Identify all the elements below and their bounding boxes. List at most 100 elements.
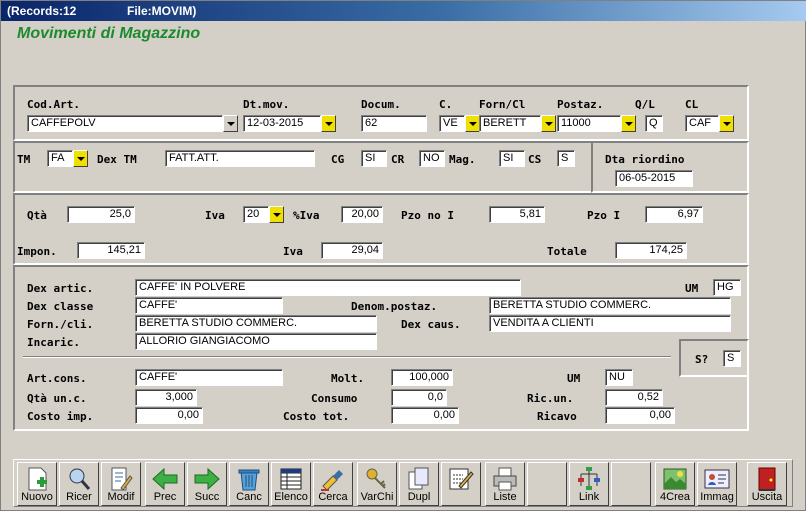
ql-field[interactable]: Q [645, 115, 663, 132]
toolbar-button-varchi[interactable]: VarChi [357, 462, 397, 506]
toolbar-button-succ[interactable]: Succ [187, 462, 227, 506]
consumo-field[interactable]: 0,0 [391, 389, 447, 406]
dex-tm-field[interactable]: FATT.ATT. [165, 150, 315, 167]
costo-imp-field[interactable]: 0,00 [135, 407, 203, 424]
dex-artic-field[interactable]: CAFFE' IN POLVERE [135, 279, 521, 296]
qta-unc-field[interactable]: 3,000 [135, 389, 197, 406]
iva-dropdown[interactable] [269, 206, 284, 223]
incaric-label: Incaric. [27, 336, 80, 349]
toolbar-button-label: VarChi [360, 491, 394, 503]
ricavo-label: Ricavo [537, 410, 577, 423]
forn-cl-label: Forn/Cl [479, 98, 526, 111]
toolbar-button-label: Elenco [274, 491, 308, 503]
impon-label: Impon. [17, 245, 57, 258]
forn-cl-field[interactable]: BERETT [479, 115, 541, 132]
toolbar-button-4crea[interactable]: 4Crea [655, 462, 695, 506]
cs-label: CS [528, 153, 542, 166]
pct-iva-field[interactable]: 20,00 [341, 206, 383, 223]
cl-field[interactable]: CAF [685, 115, 719, 132]
iva-amount-label: Iva [283, 245, 303, 258]
toolbar-button-label: Uscita [751, 491, 783, 503]
mag-label: Mag. [449, 153, 476, 166]
toolbar-button-dupl[interactable]: Dupl [399, 462, 439, 506]
c-field[interactable]: VE [439, 115, 465, 132]
pzo-i-field[interactable]: 6,97 [645, 206, 703, 223]
toolbar-button-nuovo[interactable]: Nuovo [17, 462, 57, 506]
um-cons-field[interactable]: NU [605, 369, 633, 386]
arrow-right-icon [193, 466, 221, 492]
s-question-field[interactable]: S [723, 350, 741, 367]
dt-mov-label: Dt.mov. [243, 98, 290, 111]
toolbar-button-prec[interactable]: Prec [145, 462, 185, 506]
dex-caus-field[interactable]: VENDITA A CLIENTI [489, 315, 731, 332]
ric-un-field[interactable]: 0,52 [605, 389, 663, 406]
cr-field[interactable]: NO [419, 150, 445, 167]
iva-amount-field[interactable]: 29,04 [321, 242, 383, 259]
ricavo-field[interactable]: 0,00 [605, 407, 675, 424]
postaz-field[interactable]: 11000 [557, 115, 621, 132]
pzo-no-i-field[interactable]: 5,81 [489, 206, 545, 223]
c-dropdown[interactable] [465, 115, 480, 132]
toolbar-button-label: Link [578, 491, 600, 503]
costo-tot-label: Costo tot. [283, 410, 350, 423]
toolbar-button-elenco[interactable]: Elenco [271, 462, 311, 506]
toolbar-button-modif[interactable]: Modif [101, 462, 141, 506]
toolbar-button-uscita[interactable]: Uscita [747, 462, 787, 506]
costo-imp-label: Costo imp. [27, 410, 94, 423]
toolbar-button-label: 4Crea [660, 491, 690, 503]
tm-field[interactable]: FA [47, 150, 73, 167]
duplicate-icon [405, 466, 433, 492]
toolbar-button-cerca[interactable]: Cerca [313, 462, 353, 506]
toolbar-button-blank-10[interactable] [441, 462, 481, 506]
qta-field[interactable]: 25,0 [67, 206, 135, 223]
dex-classe-label: Dex classe [27, 300, 94, 313]
um-field[interactable]: HG [713, 279, 741, 296]
toolbar-button-link[interactable]: Link [569, 462, 609, 506]
mag-field[interactable]: SI [499, 150, 525, 167]
cg-field[interactable]: SI [361, 150, 387, 167]
cs-field[interactable]: S [557, 150, 575, 167]
records-count: (Records:12 [7, 4, 77, 18]
header-panel [13, 85, 749, 141]
toolbar-button-liste[interactable]: Liste [485, 462, 525, 506]
toolbar-button-blank-12[interactable] [527, 462, 567, 506]
toolbar-button-blank-14[interactable] [611, 462, 651, 506]
ql-label: Q/L [635, 98, 655, 111]
arrow-left-icon [151, 466, 179, 492]
table-list-icon [277, 466, 305, 492]
edit-document-icon [107, 466, 135, 492]
molt-field[interactable]: 100,000 [391, 369, 453, 386]
dta-riordino-label: Dta riordino [605, 153, 685, 166]
cod-art-dropdown[interactable] [223, 115, 238, 132]
dex-classe-field[interactable]: CAFFE' [135, 297, 283, 314]
costo-tot-field[interactable]: 0,00 [391, 407, 459, 424]
toolbar-button-label: Liste [493, 491, 517, 503]
cl-dropdown[interactable] [719, 115, 734, 132]
toolbar-button-label: Cerca [318, 491, 348, 503]
totale-field[interactable]: 174,25 [615, 242, 687, 259]
toolbar-button-label: Nuovo [21, 491, 53, 503]
postaz-dropdown[interactable] [621, 115, 636, 132]
toolbar-button-canc[interactable]: Canc [229, 462, 269, 506]
keys-icon [363, 466, 391, 492]
forn-cli-field[interactable]: BERETTA STUDIO COMMERC. [135, 315, 377, 332]
forn-cl-dropdown[interactable] [541, 115, 556, 132]
iva-field[interactable]: 20 [243, 206, 269, 223]
toolbar-button-immag[interactable]: Immag [697, 462, 737, 506]
pct-iva-label: %Iva [293, 209, 320, 222]
dta-riordino-field[interactable]: 06-05-2015 [615, 170, 693, 187]
dt-mov-dropdown[interactable] [321, 115, 336, 132]
toolbar-button-label: Ricer [66, 491, 92, 503]
dex-artic-label: Dex artic. [27, 282, 94, 295]
art-cons-field[interactable]: CAFFE' [135, 369, 283, 386]
toolbar-button-ricer[interactable]: Ricer [59, 462, 99, 506]
picture-create-icon [661, 466, 689, 492]
docum-field[interactable]: 62 [361, 115, 427, 132]
title-bar: (Records:12 File:MOVIM) [1, 1, 806, 21]
cod-art-field[interactable]: CAFFEPOLV [27, 115, 223, 132]
tm-dropdown[interactable] [73, 150, 88, 167]
dt-mov-field[interactable]: 12-03-2015 [243, 115, 321, 132]
impon-field[interactable]: 145,21 [77, 242, 145, 259]
denom-postaz-field[interactable]: BERETTA STUDIO COMMERC. [489, 297, 731, 314]
incaric-field[interactable]: ALLORIO GIANGIACOMO [135, 333, 377, 350]
